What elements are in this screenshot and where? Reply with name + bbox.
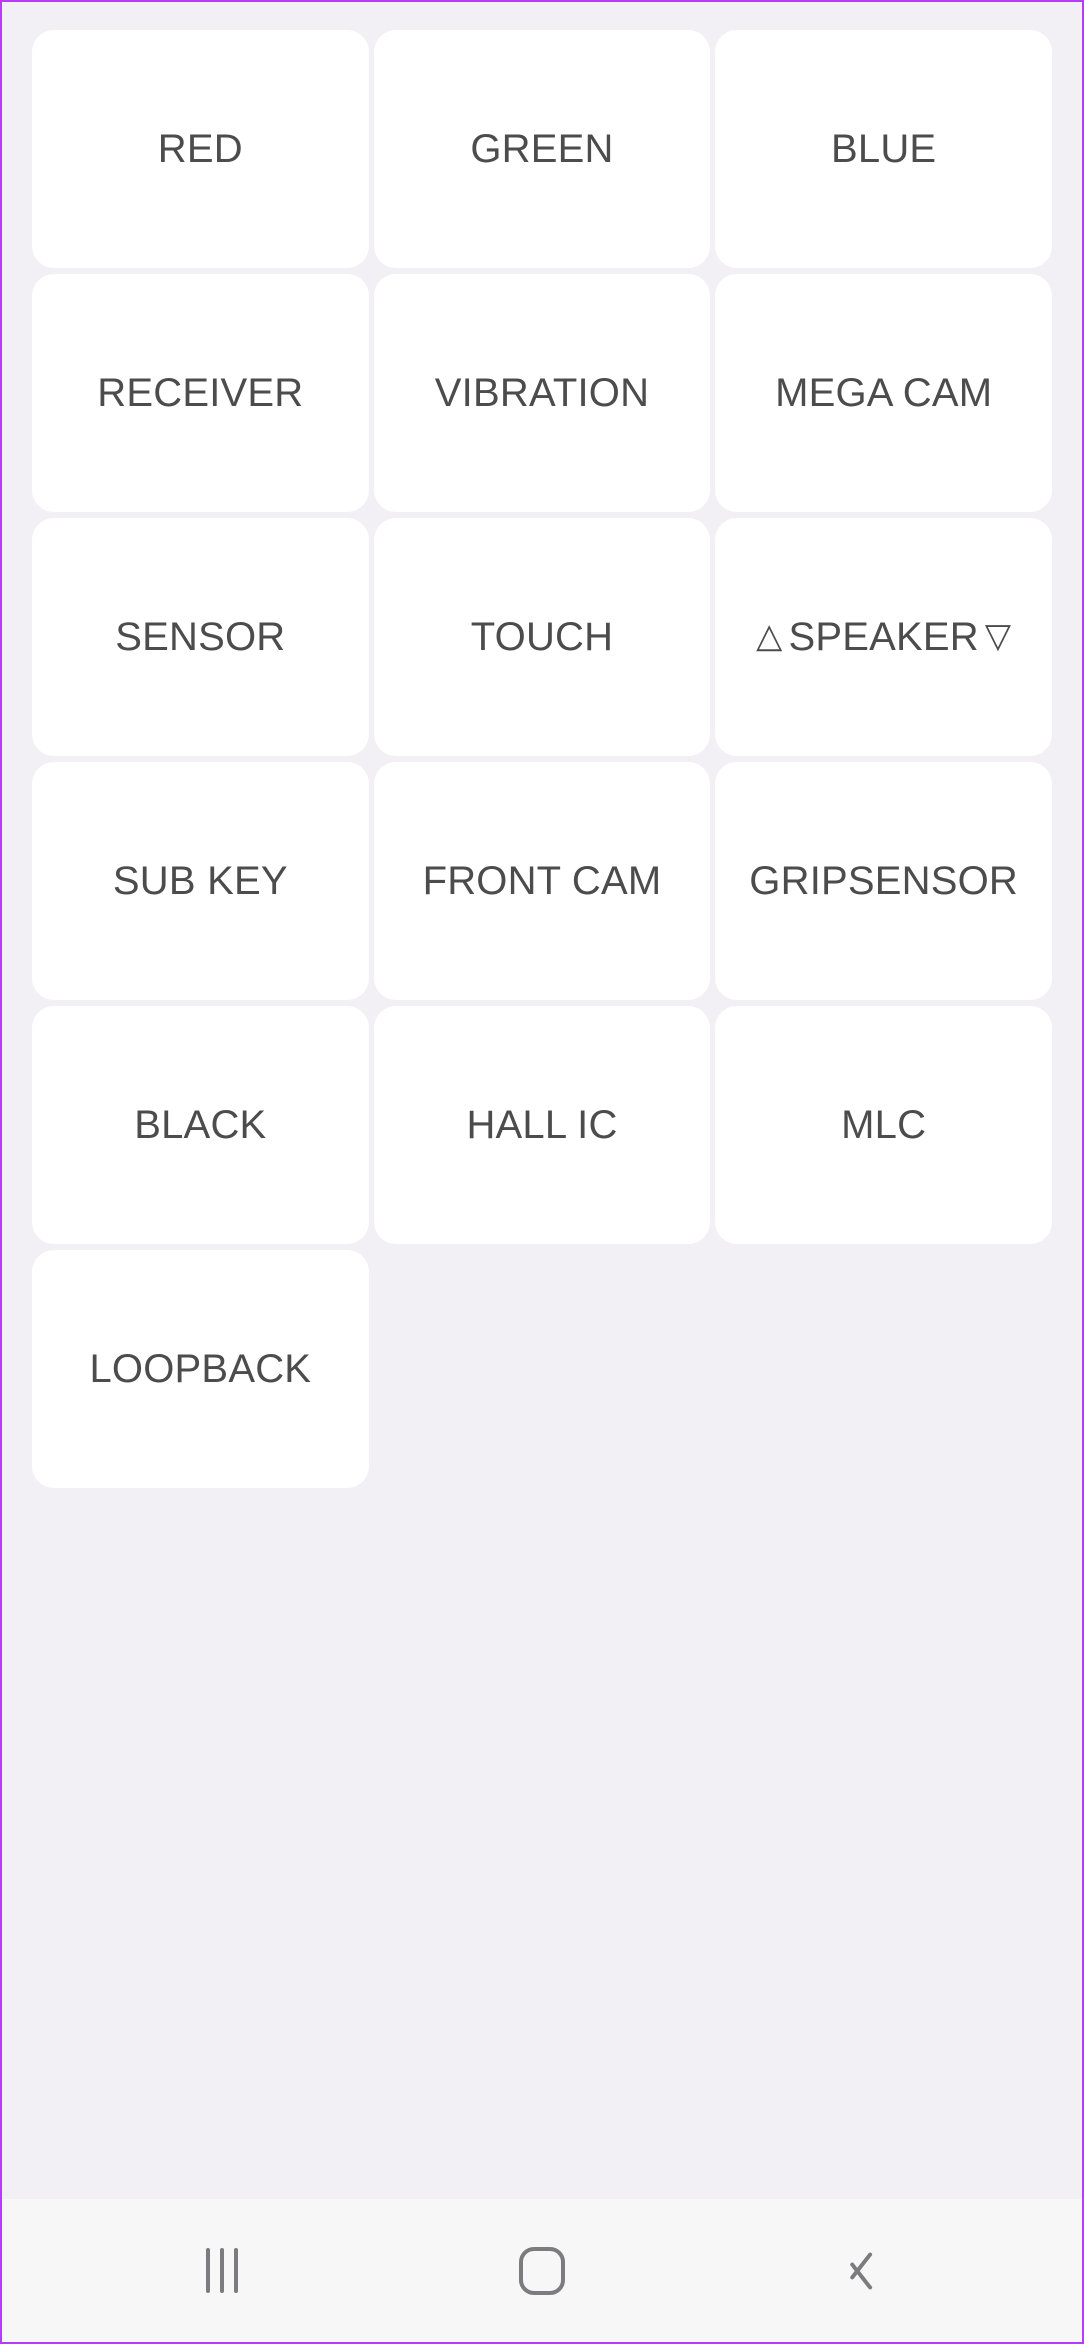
test-button-mlc[interactable]: MLC [715, 1006, 1052, 1244]
test-button-loopback[interactable]: LOOPBACK [32, 1250, 369, 1488]
back-icon [847, 2247, 877, 2295]
test-button-label: BLUE [831, 127, 936, 171]
test-button-green[interactable]: GREEN [373, 30, 711, 268]
test-button-text: VIBRATION [434, 371, 650, 415]
test-button-label: TOUCH [471, 615, 613, 659]
device-screen: RED GREEN BLUE RECEIVER VIBRATION MEGA CAM SEN… [0, 0, 1084, 2344]
system-navigation-bar [2, 2199, 1082, 2342]
test-button-text: SUB KEY [112, 859, 288, 903]
test-button-mega-cam[interactable]: MEGA CAM [715, 274, 1052, 512]
test-button-text: BLUE [831, 127, 937, 171]
triangle-down-outline[interactable]: ▽ [985, 619, 1011, 653]
test-button-blue[interactable]: BLUE [715, 30, 1052, 268]
test-button-text: MEGA CAM [775, 371, 993, 415]
test-button-red[interactable]: RED [32, 30, 369, 268]
test-button-text: HALL IC [466, 1103, 618, 1147]
test-button-receiver[interactable]: RECEIVER [32, 274, 369, 512]
test-button-text: TOUCH [470, 615, 614, 659]
test-button-label: BLACK [134, 1103, 266, 1147]
recents-icon [206, 2248, 238, 2293]
test-button-label: RED [158, 127, 243, 171]
test-button-gripsensor[interactable]: GRIPSENSOR [715, 762, 1052, 1000]
test-button-label: SUB KEY [113, 859, 288, 903]
test-button-label: MEGA CAM [775, 371, 992, 415]
test-button-label: GREEN [470, 127, 613, 171]
test-button-label: RECEIVER [97, 371, 303, 415]
test-button-speaker[interactable]: △ SPEAKER ▽ [715, 518, 1052, 756]
nav-recents-button[interactable] [152, 2221, 292, 2321]
test-button-vibration[interactable]: VIBRATION [373, 274, 711, 512]
test-button-sub-key[interactable]: SUB KEY [32, 762, 369, 1000]
test-button-text: SPEAKER [788, 615, 979, 659]
test-button-text: FRONT CAM [422, 859, 662, 903]
test-button-text: RED [157, 127, 243, 171]
test-button-label: FRONT CAM [423, 859, 662, 903]
test-button-text: BLACK [134, 1103, 267, 1147]
test-button-sensor[interactable]: SENSOR [32, 518, 369, 756]
test-button-black[interactable]: BLACK [32, 1006, 369, 1244]
test-button-label: VIBRATION [435, 371, 649, 415]
test-button-text: GREEN [470, 127, 614, 171]
triangle-up-outline[interactable]: △ [756, 619, 782, 653]
test-button-touch[interactable]: TOUCH [373, 518, 711, 756]
test-button-text: LOOPBACK [89, 1347, 312, 1391]
test-button-hall-ic[interactable]: HALL IC [373, 1006, 711, 1244]
test-button-label: LOOPBACK [89, 1347, 311, 1391]
test-button-label: SENSOR [115, 615, 285, 659]
test-button-front-cam[interactable]: FRONT CAM [373, 762, 711, 1000]
nav-home-button[interactable] [472, 2221, 612, 2321]
test-button-text: RECEIVER [97, 371, 304, 415]
test-button-label: GRIPSENSOR [749, 859, 1018, 903]
home-icon [519, 2246, 565, 2295]
test-button-label: MLC [841, 1103, 926, 1147]
test-button-text: GRIPSENSOR [749, 859, 1019, 903]
test-button-text: MLC [841, 1103, 927, 1147]
test-button-text: SENSOR [115, 615, 286, 659]
test-grid: RED GREEN BLUE RECEIVER VIBRATION MEGA CAM SEN… [32, 30, 1052, 1488]
test-button-label: △ SPEAKER ▽ [756, 615, 1011, 659]
test-button-label: HALL IC [466, 1103, 617, 1147]
nav-back-button[interactable] [792, 2221, 932, 2321]
test-grid-area: RED GREEN BLUE RECEIVER VIBRATION MEGA CAM SEN… [2, 2, 1082, 2199]
